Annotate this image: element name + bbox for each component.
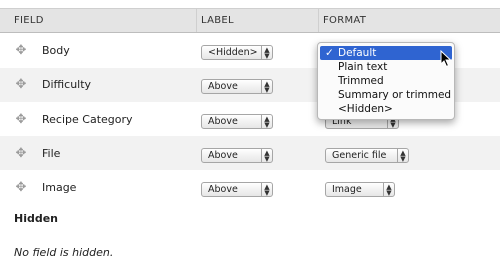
dropdown-option-summary-or-trimmed[interactable]: Summary or trimmed: [320, 88, 452, 102]
dropdown-option-plain-text[interactable]: Plain text: [320, 60, 452, 74]
dropdown-option-default[interactable]: ✓ Default: [320, 46, 452, 60]
updown-arrows-icon: ▲▼: [261, 115, 272, 129]
updown-arrows-icon: ▲▼: [397, 149, 408, 163]
updown-arrows-icon: ▲▼: [261, 46, 272, 60]
drag-handle-icon[interactable]: ✥: [14, 78, 28, 92]
label-select[interactable]: <Hidden> ▲ ▼: [201, 45, 273, 60]
drag-handle-icon[interactable]: ✥: [14, 147, 28, 161]
column-header-label: LABEL: [201, 15, 234, 26]
mouse-cursor-icon: [440, 50, 452, 68]
label-select[interactable]: Above ▲ ▼: [201, 148, 273, 163]
field-name: Image: [42, 181, 77, 194]
table-row: ✥ Image Above ▲ ▼ Image ▲ ▼: [0, 170, 500, 204]
updown-arrows-icon: ▲▼: [383, 183, 394, 197]
field-name: Recipe Category: [42, 113, 133, 126]
label-select[interactable]: Above ▲ ▼: [201, 114, 273, 129]
label-select-value: Above: [208, 184, 238, 195]
option-label: Summary or trimmed: [338, 89, 452, 101]
label-select[interactable]: Above ▲ ▼: [201, 182, 273, 197]
option-label: Plain text: [338, 61, 388, 73]
label-select-value: Above: [208, 81, 238, 92]
field-name: Body: [42, 44, 70, 57]
column-divider: [196, 9, 197, 32]
format-select-value: Image: [332, 184, 362, 195]
column-divider: [318, 9, 319, 32]
label-select-value: <Hidden>: [208, 47, 258, 58]
drag-handle-icon[interactable]: ✥: [14, 44, 28, 58]
drag-handle-icon[interactable]: ✥: [14, 113, 28, 127]
field-name: Difficulty: [42, 78, 92, 91]
dropdown-option-trimmed[interactable]: Trimmed: [320, 74, 452, 88]
hidden-section-title: Hidden: [14, 212, 59, 225]
table-row: ✥ File Above ▲ ▼ Generic file ▲ ▼: [0, 136, 500, 170]
option-label: Trimmed: [338, 75, 384, 87]
dropdown-option-hidden[interactable]: <Hidden>: [320, 102, 452, 116]
column-header-field: FIELD: [14, 15, 44, 26]
updown-arrows-icon: ▲▼: [261, 80, 272, 94]
label-select-value: Above: [208, 116, 238, 127]
format-dropdown-menu[interactable]: ✓ Default Plain text Trimmed Summary or …: [317, 42, 455, 120]
label-select[interactable]: Above ▲ ▼: [201, 79, 273, 94]
label-select-value: Above: [208, 150, 238, 161]
option-label: Default: [338, 47, 377, 59]
format-select-value: Generic file: [332, 150, 387, 161]
updown-arrows-icon: ▲▼: [261, 183, 272, 197]
format-select[interactable]: Generic file ▲ ▼: [325, 148, 409, 163]
drag-handle-icon[interactable]: ✥: [14, 181, 28, 195]
format-select[interactable]: Image ▲ ▼: [325, 182, 395, 197]
updown-arrows-icon: ▲▼: [261, 149, 272, 163]
field-name: File: [42, 147, 61, 160]
check-icon: ✓: [325, 47, 334, 59]
column-header-format: FORMAT: [323, 15, 367, 26]
hidden-section-note: No field is hidden.: [14, 246, 114, 259]
option-label: <Hidden>: [338, 103, 393, 115]
table-header: FIELD LABEL FORMAT: [0, 8, 500, 33]
